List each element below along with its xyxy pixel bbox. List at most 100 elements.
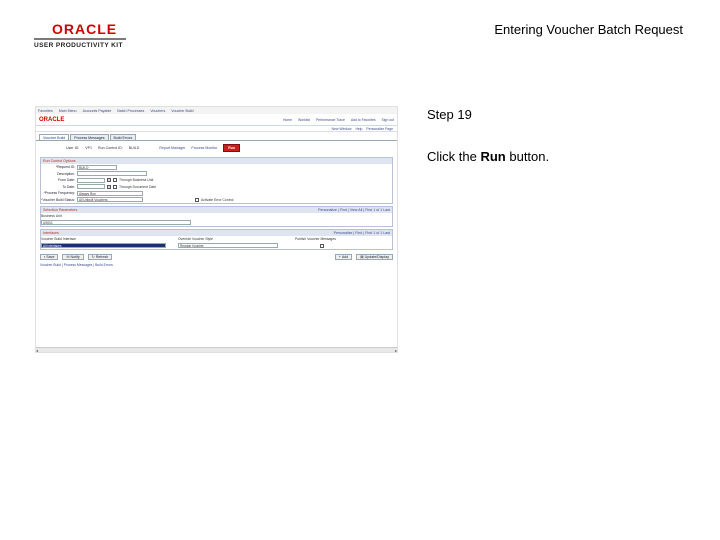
notify-button[interactable]: ✉ Notify (62, 254, 84, 260)
link-add-favorites[interactable]: Add to Favorites (351, 118, 376, 122)
run-control-label: Run Control ID: (97, 146, 123, 150)
run-button[interactable]: Run (223, 144, 240, 152)
logo-product-text: USER PRODUCTIVITY KIT (34, 42, 123, 49)
nav-favorites[interactable]: Favorites (38, 109, 53, 113)
header-links: Home Worklist Performance Trace Add to F… (283, 118, 394, 122)
nav-voucher-build[interactable]: Voucher Build (171, 109, 193, 113)
link-process-monitor[interactable]: Process Monitor (191, 146, 217, 150)
through-document-date-checkbox[interactable] (113, 184, 117, 189)
document-title: Entering Voucher Batch Request (494, 22, 683, 37)
voucher-status-select[interactable]: All Unbuilt Vouchers (77, 197, 143, 203)
id-row: User ID: VP1 Run Control ID: BUILD Repor… (36, 141, 397, 155)
add-button[interactable]: + Add (334, 254, 353, 260)
link-home[interactable]: Home (283, 118, 292, 122)
update-icon: ▤ (360, 255, 364, 259)
add-button-label: Add (341, 255, 349, 259)
col-override-voucher-style: Override Voucher Style (178, 237, 213, 242)
notify-icon: ✉ (66, 255, 70, 259)
breadcrumb-nav: Favorites Main Menu Accounts Payable Bat… (36, 107, 397, 114)
from-date-label: From Date: (58, 178, 75, 183)
col-publish-voucher-messages: Publish Voucher Messages (295, 237, 336, 242)
process-frequency-label: *Process Frequency: (43, 191, 75, 196)
business-unit-row: US001 (41, 220, 392, 227)
instruction-bold: Run (480, 149, 506, 164)
link-report-manager[interactable]: Report Manager (159, 146, 185, 150)
selection-grid-nav[interactable]: Personalize | Find | View All | First 1 … (318, 208, 390, 212)
through-document-date-label: Through Document Date (119, 184, 157, 189)
link-new-window[interactable]: New Window (332, 127, 352, 131)
calendar-icon[interactable] (107, 184, 111, 189)
refresh-icon: ↻ (91, 255, 95, 259)
app-screenshot: Favorites Main Menu Accounts Payable Bat… (35, 106, 398, 353)
run-control-options-title: Run Control Options (43, 159, 76, 163)
instruction-pre: Click the (427, 149, 481, 164)
to-date-input[interactable] (77, 184, 105, 190)
business-unit-column-label: Business Unit (41, 214, 62, 219)
interfaces-row: All Interfaces Regular Voucher (41, 243, 392, 250)
tab-voucher-build[interactable]: Voucher Build (39, 134, 70, 140)
add-icon: + (338, 255, 341, 259)
link-sign-out[interactable]: Sign out (382, 118, 394, 122)
business-unit-input[interactable]: US001 (41, 220, 191, 226)
publish-voucher-messages-checkbox[interactable] (320, 243, 324, 248)
interfaces-title: Interfaces (43, 231, 59, 235)
step-instruction: Click the Run button. (427, 149, 549, 164)
page-tabs: Voucher Build Process Messages Build Err… (36, 132, 397, 141)
selection-parameters-group: Selection Parameters Personalize | Find … (40, 206, 393, 227)
refresh-button[interactable]: ↻ Refresh (87, 254, 113, 260)
tab-process-messages[interactable]: Process Messages (70, 134, 109, 140)
right-buttons: + Add ▤ Update/Display (334, 254, 393, 260)
run-control-value: BUILD (128, 146, 140, 150)
save-button-label: Save (46, 255, 55, 259)
scroll-left-icon[interactable]: ◂ (36, 348, 38, 352)
description-label: Description: (57, 171, 75, 176)
step-label: Step 19 (427, 107, 472, 122)
app-logo: ORACLE (39, 116, 65, 123)
activate-error-control-checkbox[interactable] (195, 197, 199, 202)
run-control-options-group: Run Control Options *Request ID: BUILD D… (40, 157, 393, 204)
user-id-label: User ID: (66, 146, 80, 150)
process-frequency-select[interactable]: Always Run (77, 190, 143, 196)
col-voucher-build-interface: Voucher Build Interface (41, 237, 77, 242)
request-id-input[interactable]: BUILD (77, 164, 117, 170)
override-voucher-style-select[interactable]: Regular Voucher (178, 243, 278, 249)
logo-oracle-text: ORACLE (52, 21, 118, 37)
tab-build-errors[interactable]: Build Errors (109, 134, 137, 140)
through-business-unit-checkbox[interactable] (113, 178, 117, 183)
footer-links[interactable]: Voucher Build | Process Messages | Build… (36, 262, 397, 268)
link-worklist[interactable]: Worklist (298, 118, 310, 122)
nav-accounts-payable[interactable]: Accounts Payable (83, 109, 112, 113)
nav-main-menu[interactable]: Main Menu (59, 109, 77, 113)
calendar-icon[interactable] (107, 178, 111, 183)
to-date-label: To Date: (62, 184, 75, 189)
save-icon: ▪ (44, 255, 46, 259)
voucher-status-label: *Voucher Build Status: (41, 197, 75, 202)
update-display-button[interactable]: ▤ Update/Display (356, 254, 393, 260)
save-button[interactable]: ▪ Save (40, 254, 59, 260)
voucher-build-interface-select[interactable]: All Interfaces (41, 243, 166, 249)
through-business-unit-label: Through Business Unit (119, 178, 154, 183)
from-date-input[interactable] (77, 177, 105, 183)
notify-button-label: Notify (70, 255, 80, 259)
nav-batch-processes[interactable]: Batch Processes (117, 109, 144, 113)
update-button-label: Update/Display (364, 255, 389, 259)
description-input[interactable] (77, 171, 147, 177)
logo-divider (34, 38, 126, 40)
selection-parameters-title: Selection Parameters (43, 208, 78, 212)
interfaces-group: Interfaces Personalize | Find | First 1 … (40, 229, 393, 250)
refresh-button-label: Refresh (95, 255, 109, 259)
button-bar: ▪ Save ✉ Notify ↻ Refresh + Add ▤ Update/Disp… (36, 252, 397, 262)
link-performance-trace[interactable]: Performance Trace (316, 118, 345, 122)
nav-vouchers[interactable]: Vouchers (150, 109, 165, 113)
scroll-right-icon[interactable]: ▸ (395, 348, 397, 352)
link-personalize-page[interactable]: Personalize Page (366, 127, 393, 131)
user-id-value: VP1 (85, 146, 92, 150)
activate-error-control-label: Activate Error Control (201, 197, 234, 202)
voucher-status-row: *Voucher Build Status: All Unbuilt Vouch… (41, 197, 392, 204)
request-id-label: *Request ID: (55, 165, 75, 170)
link-help[interactable]: Help (355, 127, 362, 131)
interfaces-grid-nav[interactable]: Personalize | Find | First 1 of 1 Last (334, 231, 390, 235)
instruction-post: button. (505, 149, 550, 164)
oracle-upk-logo: ORACLE USER PRODUCTIVITY KIT (34, 22, 126, 49)
horizontal-scrollbar[interactable]: ◂ ▸ (36, 347, 397, 352)
